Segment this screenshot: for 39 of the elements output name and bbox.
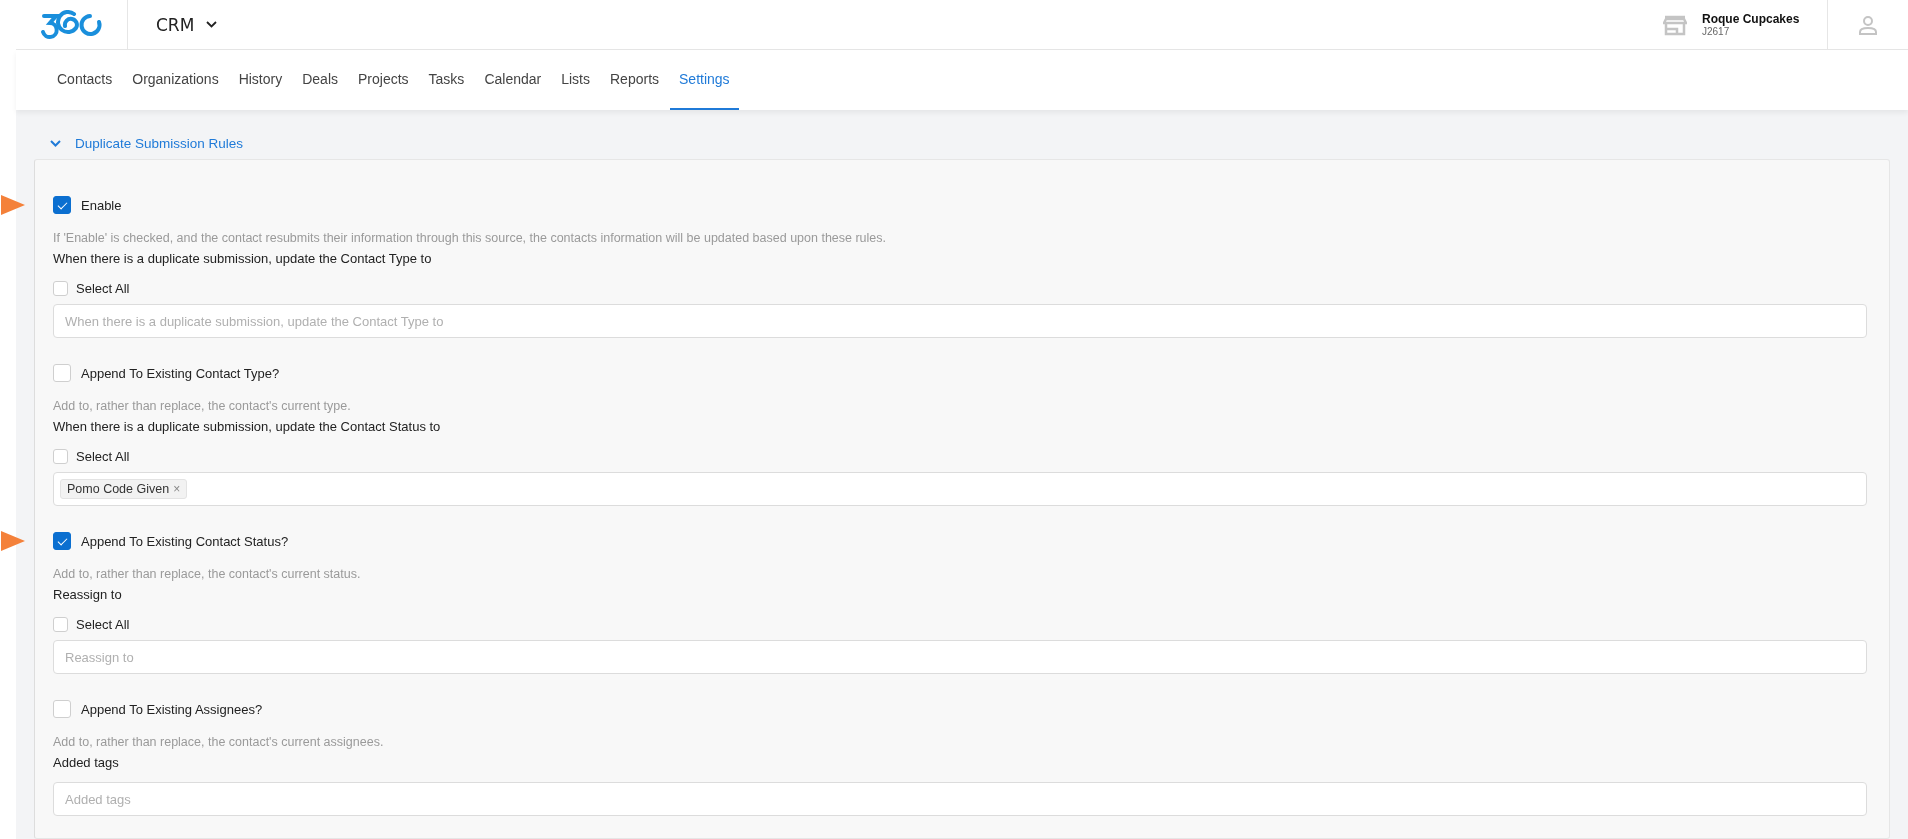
nav-tab[interactable]: History <box>229 50 292 110</box>
nav-tab[interactable]: Organizations <box>123 50 228 110</box>
checkbox-label: Select All <box>76 280 130 296</box>
field-label: When there is a duplicate submission, update the Contact Status to <box>53 419 442 434</box>
nav-tab[interactable]: Projects <box>349 50 418 110</box>
nav-tab[interactable]: Reports <box>601 50 669 110</box>
help-text: If 'Enable' is checked, and the contact resubmits their information through this source, the contacts information will be updated based upon these rules. <box>53 231 888 245</box>
help-text: Add to, rather than replace, the contact's current type. <box>53 399 352 413</box>
account-id: J2617 <box>1702 26 1731 37</box>
tag-chip[interactable]: Pomo Code Given × <box>60 479 188 499</box>
logo-icon <box>40 9 104 40</box>
checkbox[interactable] <box>53 196 71 214</box>
nav-tab[interactable]: Deals <box>293 50 347 110</box>
help-text: Add to, rather than replace, the contact's current status. <box>53 567 362 581</box>
user-icon[interactable] <box>1858 14 1878 35</box>
checkbox-label: Enable <box>81 197 122 213</box>
checkbox-label: Select All <box>76 616 130 632</box>
nav-tab[interactable]: Tasks <box>419 50 474 110</box>
checkbox-label: Select All <box>76 448 130 464</box>
checkbox-label: Append To Existing Contact Status? <box>81 533 289 549</box>
checkbox-label: Append To Existing Contact Type? <box>81 365 280 381</box>
tag-input-field[interactable]: Pomo Code Given × <box>53 472 1867 506</box>
field-label: Added tags <box>53 755 120 770</box>
checkbox-label: Append To Existing Assignees? <box>81 701 263 717</box>
store-icon <box>1663 13 1687 36</box>
section-toggle[interactable]: Duplicate Submission Rules <box>34 128 1890 158</box>
nav-tab[interactable]: Calendar <box>475 50 551 110</box>
nav-tab[interactable]: Contacts <box>57 50 122 110</box>
input-field[interactable]: Added tags <box>53 782 1867 816</box>
input-field[interactable]: When there is a duplicate submission, update the Contact Type to <box>53 304 1867 338</box>
help-text: Add to, rather than replace, the contact's current assignees. <box>53 735 385 749</box>
account-name: Roque Cupcakes <box>1702 12 1801 26</box>
field-label: Reassign to <box>53 587 123 602</box>
checkbox[interactable] <box>53 532 71 550</box>
input-field[interactable]: Reassign to <box>53 640 1867 674</box>
chevron-down-icon <box>206 21 218 28</box>
nav-tab[interactable]: Lists <box>552 50 599 110</box>
app-menu-button[interactable]: CRM <box>156 14 218 35</box>
field-label: When there is a duplicate submission, update the Contact Type to <box>53 251 433 266</box>
